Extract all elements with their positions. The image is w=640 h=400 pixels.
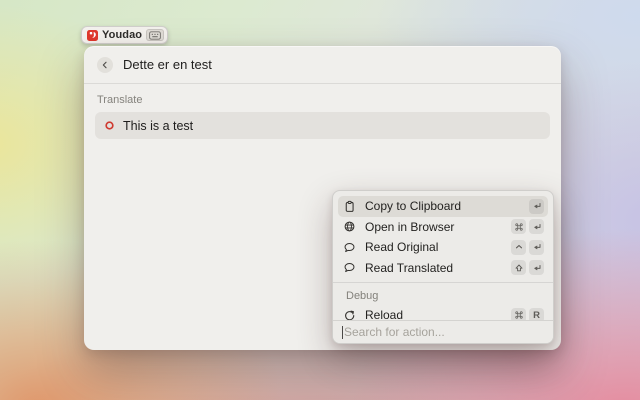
action-open-in-browser[interactable]: Open in Browser <box>338 217 548 238</box>
keyboard-icon <box>146 29 164 41</box>
action-search-bar <box>333 320 553 343</box>
clipboard-icon <box>342 199 357 214</box>
speech-bubble-icon <box>342 240 357 255</box>
speech-bubble-icon <box>342 260 357 275</box>
desktop-background: Youdao Dette er en test Translate <box>0 0 640 400</box>
return-key-icon <box>529 199 544 214</box>
ctrl-key-icon <box>511 240 526 255</box>
return-key-icon <box>529 260 544 275</box>
section-header: Translate <box>95 92 550 112</box>
result-label: This is a test <box>123 119 193 133</box>
action-panel: Copy to Clipboard Open in Browser <box>332 190 554 344</box>
action-search-input[interactable] <box>333 321 553 343</box>
results-list: Translate This is a test <box>84 84 561 139</box>
action-read-translated[interactable]: Read Translated <box>338 258 548 279</box>
shift-key-icon <box>511 260 526 275</box>
return-key-icon <box>529 240 544 255</box>
search-query-text[interactable]: Dette er en test <box>123 57 212 72</box>
back-button[interactable] <box>97 57 113 73</box>
text-cursor <box>342 326 343 339</box>
panel-divider <box>333 282 553 283</box>
action-copy-to-clipboard[interactable]: Copy to Clipboard <box>338 196 548 217</box>
action-read-original[interactable]: Read Original <box>338 237 548 258</box>
action-label: Read Original <box>365 240 511 254</box>
action-label: Read Translated <box>365 261 511 275</box>
cmd-key-icon <box>511 219 526 234</box>
extension-hud-pill: Youdao <box>81 26 168 44</box>
return-key-icon <box>529 219 544 234</box>
result-row-selected[interactable]: This is a test <box>95 112 550 139</box>
globe-icon <box>342 219 357 234</box>
action-label: Copy to Clipboard <box>365 199 529 213</box>
red-ring-icon <box>104 120 115 131</box>
youdao-logo-icon <box>87 30 98 41</box>
extension-name: Youdao <box>102 29 142 41</box>
window-header: Dette er en test <box>84 46 561 84</box>
action-label: Open in Browser <box>365 220 511 234</box>
debug-section-header: Debug <box>333 285 553 305</box>
chevron-left-icon <box>101 61 109 69</box>
